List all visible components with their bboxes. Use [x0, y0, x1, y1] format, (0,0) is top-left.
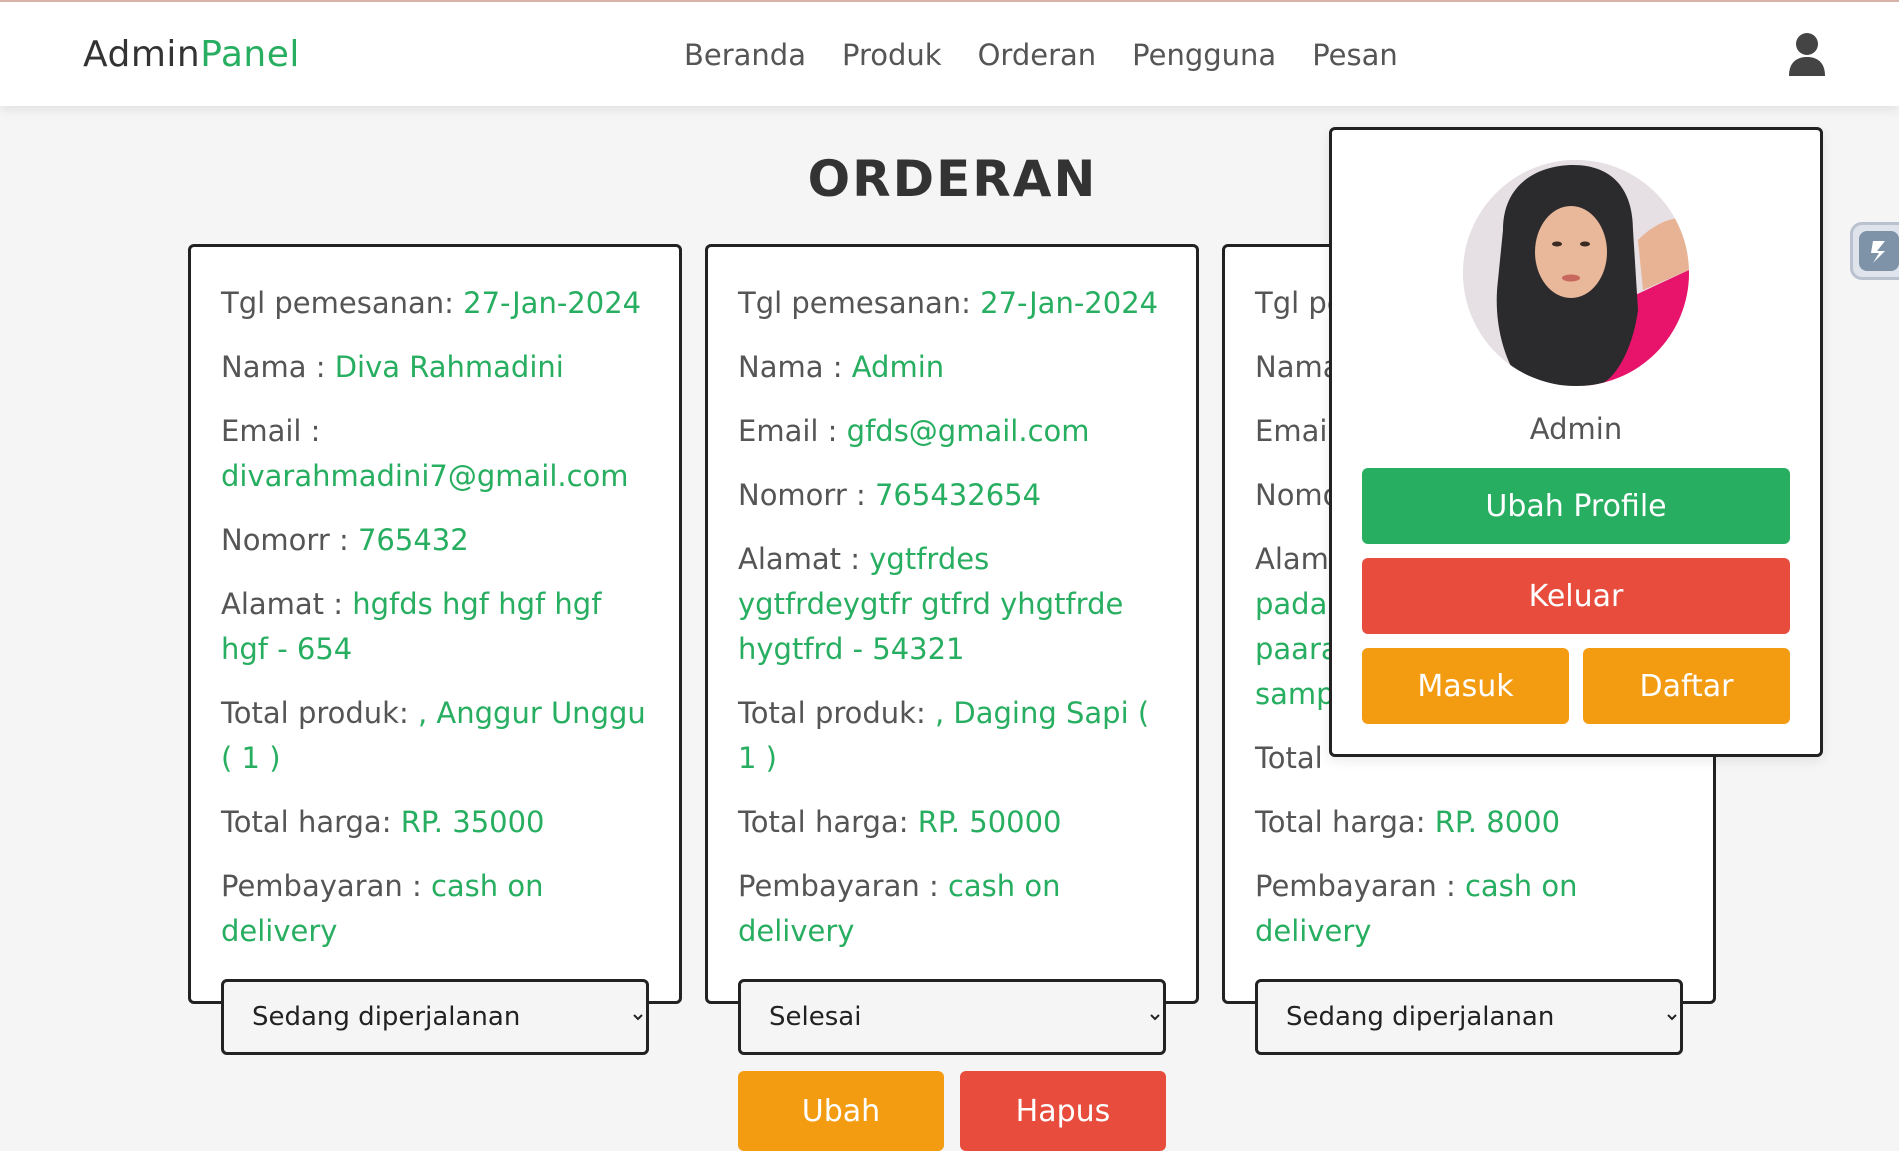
- label-name: Nama :: [738, 350, 852, 384]
- action-buttons: Ubah Hapus: [738, 1071, 1166, 1151]
- label-email: Email :: [738, 414, 847, 448]
- edit-profile-button[interactable]: Ubah Profile: [1362, 468, 1790, 544]
- value-address-line: samp: [1255, 677, 1335, 711]
- value-date: 27-Jan-2024: [463, 286, 642, 320]
- order-date: Tgl pemesanan: 27-Jan-2024: [221, 281, 649, 326]
- logout-button[interactable]: Keluar: [1362, 558, 1790, 634]
- value-name: Admin: [851, 350, 945, 384]
- order-name: Nama : Admin: [738, 345, 1166, 390]
- order-email: Email : divarahmadini7@gmail.com: [221, 409, 649, 499]
- order-products: Total produk: , Anggur Unggu ( 1 ): [221, 691, 649, 781]
- label-products: Total produk:: [738, 696, 935, 730]
- top-navbar: AdminPanel Beranda Produk Orderan Penggu…: [0, 0, 1899, 106]
- order-price: Total harga: RP. 8000: [1255, 800, 1683, 845]
- extension-widget-icon[interactable]: [1850, 222, 1899, 280]
- value-address-line: padar: [1255, 587, 1340, 621]
- order-products: Total produk: , Daging Sapi ( 1 ): [738, 691, 1166, 781]
- value-address-line: paara: [1255, 632, 1339, 666]
- label-date: Tgl pemesanan:: [738, 286, 981, 320]
- label-address: Alamat :: [221, 587, 353, 621]
- label-price: Total harga:: [738, 805, 918, 839]
- avatar: [1463, 160, 1689, 386]
- order-payment: Pembayaran : cash on delivery: [221, 864, 649, 954]
- label-phone: Nomo: [1255, 478, 1341, 512]
- extension-logo-icon: [1859, 231, 1899, 271]
- order-address: Alamat : ygtfrdes ygtfrdeygtfr gtfrd yhg…: [738, 537, 1166, 672]
- order-name: Nama : Diva Rahmadini: [221, 345, 649, 390]
- profile-dropdown: Admin Ubah Profile Keluar Masuk Daftar: [1329, 127, 1823, 757]
- label-name: Nama :: [221, 350, 335, 384]
- value-date: 27-Jan-2024: [980, 286, 1159, 320]
- value-name: Diva Rahmadini: [334, 350, 564, 384]
- register-button[interactable]: Daftar: [1583, 648, 1790, 724]
- label-email: Email: [1255, 414, 1336, 448]
- value-phone: 765432654: [874, 478, 1042, 512]
- status-select[interactable]: Sedang diperjalanan: [221, 979, 649, 1055]
- auth-buttons: Masuk Daftar: [1362, 648, 1790, 724]
- order-date: Tgl pemesanan: 27-Jan-2024: [738, 281, 1166, 326]
- login-button[interactable]: Masuk: [1362, 648, 1569, 724]
- nav-pesan[interactable]: Pesan: [1312, 38, 1398, 72]
- label-phone: Nomorr :: [738, 478, 875, 512]
- label-price: Total harga:: [221, 805, 401, 839]
- order-payment: Pembayaran : cash on delivery: [1255, 864, 1683, 954]
- status-select[interactable]: Sedang diperjalanan: [1255, 979, 1683, 1055]
- logo-main: Admin: [83, 34, 201, 75]
- label-address: Alamat :: [738, 542, 870, 576]
- label-date: Tgl pemesanan:: [221, 286, 464, 320]
- label-products: Total: [1255, 741, 1323, 775]
- nav-produk[interactable]: Produk: [842, 38, 942, 72]
- order-payment: Pembayaran : cash on delivery: [738, 864, 1166, 954]
- order-price: Total harga: RP. 35000: [221, 800, 649, 845]
- profile-name: Admin: [1529, 412, 1623, 446]
- order-card: Tgl pemesanan: 27-Jan-2024 Nama : Diva R…: [188, 244, 682, 1055]
- nav-beranda[interactable]: Beranda: [684, 38, 806, 72]
- main-nav: Beranda Produk Orderan Pengguna Pesan: [684, 38, 1398, 72]
- value-email: gfds@gmail.com: [846, 414, 1090, 448]
- value-price: RP. 8000: [1434, 805, 1561, 839]
- user-icon[interactable]: [1787, 32, 1827, 76]
- order-phone: Nomorr : 765432: [221, 518, 649, 563]
- value-price: RP. 35000: [400, 805, 545, 839]
- label-products: Total produk:: [221, 696, 418, 730]
- update-button[interactable]: Ubah: [738, 1071, 944, 1151]
- order-email: Email : gfds@gmail.com: [738, 409, 1166, 454]
- label-price: Total harga:: [1255, 805, 1435, 839]
- value-phone: 765432: [357, 523, 469, 557]
- value-price: RP. 50000: [917, 805, 1062, 839]
- delete-button[interactable]: Hapus: [960, 1071, 1166, 1151]
- label-phone: Nomorr :: [221, 523, 358, 557]
- value-email: divarahmadini7@gmail.com: [221, 459, 629, 493]
- order-address: Alamat : hgfds hgf hgf hgf hgf - 654: [221, 582, 649, 672]
- logo[interactable]: AdminPanel: [83, 34, 300, 75]
- label-payment: Pembayaran :: [221, 869, 431, 903]
- nav-pengguna[interactable]: Pengguna: [1132, 38, 1276, 72]
- status-select[interactable]: Selesai: [738, 979, 1166, 1055]
- label-payment: Pembayaran :: [738, 869, 948, 903]
- logo-accent: Panel: [200, 34, 300, 75]
- order-phone: Nomorr : 765432654: [738, 473, 1166, 518]
- label-payment: Pembayaran :: [1255, 869, 1465, 903]
- order-price: Total harga: RP. 50000: [738, 800, 1166, 845]
- label-email: Email :: [221, 414, 321, 448]
- order-card: Tgl pemesanan: 27-Jan-2024 Nama : Admin …: [705, 244, 1199, 1151]
- label-name: Nama: [1255, 350, 1341, 384]
- nav-orderan[interactable]: Orderan: [978, 38, 1097, 72]
